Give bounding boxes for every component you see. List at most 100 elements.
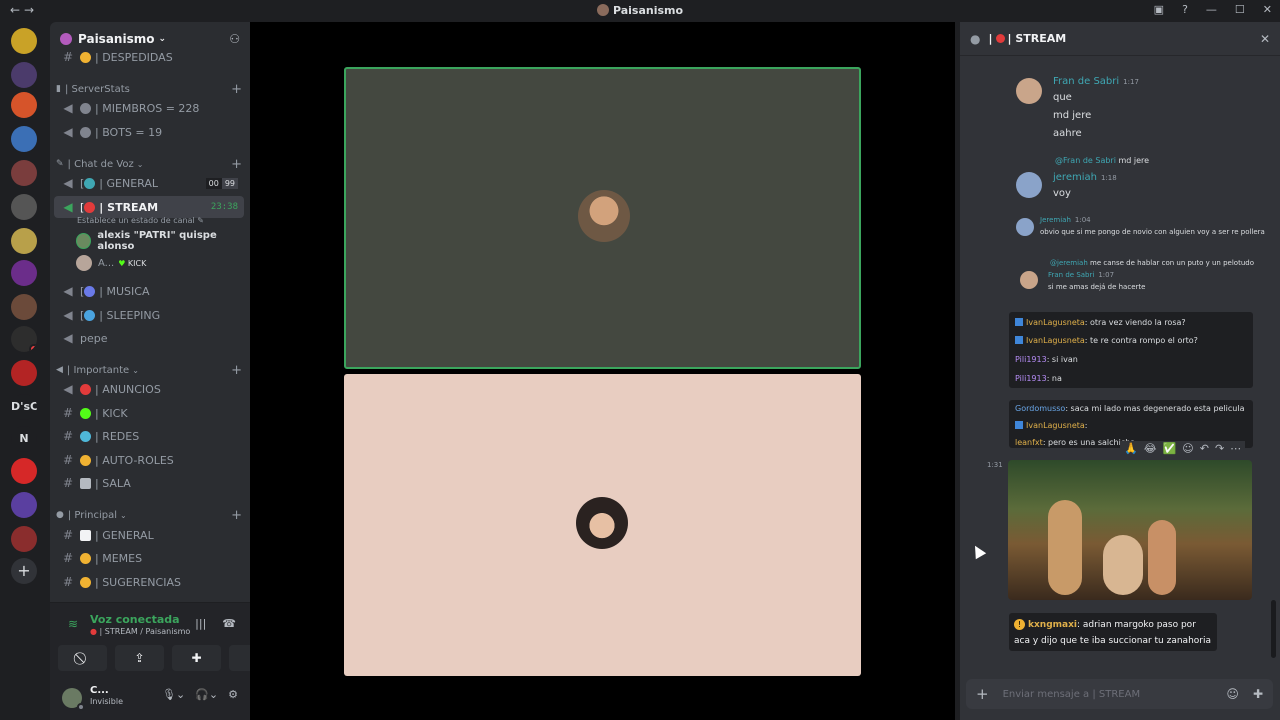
noise-suppression-icon[interactable]: ||| — [195, 617, 206, 630]
channel-sleeping[interactable]: ◀[| SLEEPING — [54, 304, 244, 326]
camera-off-button[interactable]: ⃠ — [58, 645, 107, 671]
add-reaction-icon[interactable]: ☺ — [1182, 442, 1193, 455]
channel-auto-roles[interactable]: # | AUTO-ROLES — [54, 449, 244, 471]
author-name[interactable]: Fran de Sabri — [1053, 76, 1119, 87]
channel-kick[interactable]: # | KICK — [54, 402, 244, 424]
server-icon-5[interactable] — [11, 160, 37, 186]
invite-people-icon[interactable]: ⚇ — [229, 32, 240, 46]
server-icon-6[interactable] — [11, 194, 37, 220]
timestamp: 1:04 — [1074, 216, 1091, 224]
help-icon[interactable]: ? — [1182, 3, 1188, 16]
chat-embed[interactable]: IvanLagusneta: otra vez viendo la rosa? … — [1009, 312, 1253, 388]
voice-user-1[interactable]: alexis "PATRI" quispe alonso — [76, 230, 250, 252]
message-composer[interactable]: + Enviar mensaje a | STREAM ☺ ✚ — [966, 679, 1273, 709]
channel-stream[interactable]: ◀[| STREAM 23:38 — [54, 196, 244, 218]
author-name[interactable]: Fran de Sabri — [1048, 271, 1094, 279]
server-icon-11[interactable] — [11, 360, 37, 386]
voice-location[interactable]: ● | STREAM / Paisanismo — [90, 627, 190, 636]
signal-icon[interactable]: ≋ — [68, 617, 78, 631]
voice-user-2[interactable]: A... ♥ KICK — [76, 253, 146, 273]
avatar[interactable] — [1016, 172, 1042, 198]
server-icon-2[interactable] — [11, 62, 37, 88]
reply-preview[interactable]: @jeremiah me canse de hablar con un puto… — [1050, 259, 1254, 267]
avatar[interactable] — [1016, 218, 1034, 236]
channel-miembros[interactable]: ◀ | MIEMBROS = 228 — [54, 97, 244, 119]
add-channel-icon[interactable]: + — [231, 157, 242, 172]
add-channel-icon[interactable]: + — [231, 508, 242, 523]
chat-embed[interactable]: ! kxngmaxi: adrian margoko paso por aca y… — [1009, 613, 1217, 651]
participant-tile-1[interactable] — [344, 67, 861, 369]
pray-emoji-icon[interactable]: 🙏 — [1124, 442, 1138, 455]
laugh-emoji-icon[interactable]: 😂 — [1144, 442, 1157, 455]
add-server-icon[interactable]: + — [11, 558, 37, 584]
channel-redes[interactable]: # | REDES — [54, 425, 244, 447]
author-name[interactable]: jeremiah — [1053, 172, 1097, 183]
screen-share-button[interactable]: ⇪ — [115, 645, 164, 671]
emoji-picker-icon[interactable]: ☺ — [1226, 687, 1239, 701]
server-icon-10[interactable] — [11, 326, 37, 352]
avatar[interactable] — [1016, 78, 1042, 104]
cat-face-icon — [80, 552, 91, 564]
voice-stage — [250, 22, 955, 720]
close-icon[interactable]: ✕ — [1263, 3, 1272, 16]
server-n[interactable]: N — [11, 426, 37, 452]
category-importante[interactable]: ◀ | Importante ⌄ + — [56, 361, 242, 379]
channel-status[interactable]: Establece un estado de canal ✎ — [77, 216, 204, 225]
headphones-icon[interactable]: 🎧⌄ — [195, 688, 218, 701]
channel-memes[interactable]: # | MEMES — [54, 547, 244, 569]
add-channel-icon[interactable]: + — [231, 82, 242, 97]
channel-sala[interactable]: # | SALA — [54, 472, 244, 494]
server-icon-3[interactable] — [11, 92, 37, 118]
server-icon-9[interactable] — [11, 294, 37, 320]
category-serverstats[interactable]: ▮ | ServerStats + — [56, 80, 242, 98]
server-icon-12[interactable] — [11, 458, 37, 484]
add-attachment-icon[interactable]: + — [976, 685, 989, 703]
activities-button[interactable]: ✚ — [172, 645, 221, 671]
chart-icon: ▮ — [56, 84, 61, 94]
category-chat-de-voz[interactable]: ✎ | Chat de Voz ⌄ + — [56, 155, 242, 173]
gif-attachment[interactable] — [1008, 460, 1252, 600]
channel-despedidas[interactable]: # | DESPEDIDAS — [54, 46, 244, 68]
channel-general-text[interactable]: # | GENERAL — [54, 524, 244, 546]
apps-icon[interactable]: ✚ — [1253, 687, 1263, 701]
close-icon[interactable]: ✕ — [1260, 32, 1270, 46]
voice-state[interactable]: Voz conectada — [90, 613, 180, 626]
category-principal[interactable]: ● | Principal ⌄ + — [56, 506, 242, 524]
message-text: voy — [1053, 188, 1071, 199]
channel-bots[interactable]: ◀ | BOTS = 19 — [54, 121, 244, 143]
avatar[interactable] — [1020, 271, 1038, 289]
add-channel-icon[interactable]: + — [231, 363, 242, 378]
check-emoji-icon[interactable]: ✅ — [1163, 442, 1177, 455]
microphone-icon[interactable]: 🎙⌄ — [162, 688, 185, 701]
forward-icon[interactable]: ↷ — [1215, 442, 1224, 455]
server-icon-1[interactable] — [11, 28, 37, 54]
username[interactable]: C... — [90, 685, 109, 696]
server-icon-4[interactable] — [11, 126, 37, 152]
participant-tile-2[interactable] — [344, 374, 861, 676]
server-dsc[interactable]: D'sC — [11, 394, 37, 420]
chat-bubble-icon: ● — [970, 31, 981, 46]
maximize-icon[interactable]: ☐ — [1235, 3, 1245, 16]
disconnect-icon[interactable]: ☎ — [222, 617, 236, 630]
more-icon[interactable]: ⋯ — [1230, 442, 1241, 455]
channel-sugerencias[interactable]: # | SUGERENCIAS — [54, 571, 244, 593]
timestamp: 1:18 — [1100, 174, 1117, 182]
chat-scrollbar[interactable] — [1271, 600, 1276, 658]
gear-icon[interactable]: ⚙ — [228, 688, 238, 701]
inbox-icon[interactable]: ▣ — [1154, 3, 1164, 16]
server-icon-7[interactable] — [11, 228, 37, 254]
reply-preview[interactable]: @Fran de Sabri md jere — [1055, 156, 1149, 165]
minimize-icon[interactable]: — — [1206, 3, 1217, 16]
channel-pepe[interactable]: ◀ pepe — [54, 327, 244, 349]
composer-placeholder[interactable]: Enviar mensaje a | STREAM — [1003, 689, 1141, 700]
channel-anuncios[interactable]: ◀ | ANUNCIOS — [54, 378, 244, 400]
server-icon-8[interactable] — [11, 260, 37, 286]
message-toolbar: 🙏 😂 ✅ ☺ ↶ ↷ ⋯ — [1120, 441, 1246, 456]
reply-icon[interactable]: ↶ — [1200, 442, 1209, 455]
server-icon-13[interactable] — [11, 492, 37, 518]
channel-musica[interactable]: ◀[| MUSICA — [54, 280, 244, 302]
author-name[interactable]: Jeremiah — [1040, 216, 1071, 224]
server-icon-14[interactable] — [11, 526, 37, 552]
embed-line: Pili1913: si ivan — [1015, 355, 1078, 364]
channel-general-voice[interactable]: ◀[| GENERAL 00 99 — [54, 172, 244, 194]
